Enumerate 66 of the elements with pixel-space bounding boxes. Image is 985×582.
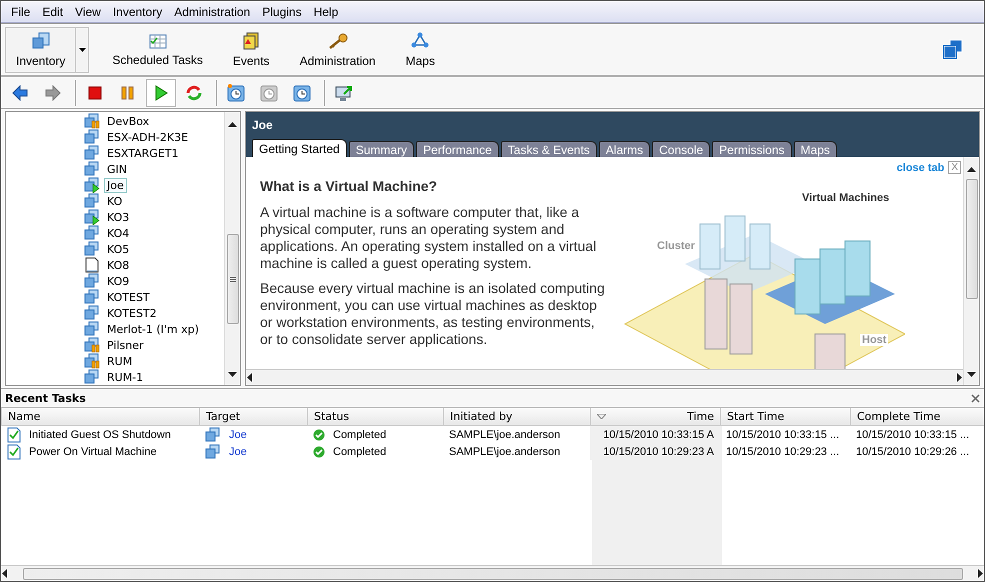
tab[interactable]: Maps [794,141,837,157]
tab[interactable]: Tasks & Events [500,141,597,157]
tab[interactable]: Summary [348,141,414,157]
tree-item[interactable]: KO5 [104,242,132,256]
column-header[interactable]: Time [590,408,720,425]
tab[interactable]: Getting Started [252,139,347,157]
close-button[interactable]: X [948,161,961,174]
nav-button[interactable]: Inventory [5,26,76,72]
close-tab-link[interactable]: close tab [896,162,944,174]
tree-item[interactable]: Merlot-1 (I'm xp) [104,322,202,336]
tree-item[interactable]: GIN [104,162,130,176]
panel-title: Recent Tasks [5,392,86,404]
nav-button[interactable]: Administration [288,26,387,72]
column-header[interactable]: Name [1,408,199,425]
nav-button[interactable]: Events [222,26,281,72]
paragraph: A virtual machine is a software computer that, like a physical computer, runs an operating system and applications. An operating system installed on a virtual machine is called a guest operating system. [260,204,598,272]
table-cell: Completed [333,446,386,458]
tree-item[interactable]: KO4 [104,226,132,240]
tree-item[interactable]: KO9 [104,274,132,288]
menu-item[interactable]: Administration [168,4,256,18]
panel-title: Joe [246,112,979,137]
tree-item[interactable]: DevBox [104,114,152,128]
tab[interactable]: Permissions [712,141,792,157]
tree-item[interactable]: ESXTARGET1 [104,146,182,160]
tab[interactable]: Console [652,141,710,157]
tree-item[interactable]: KO3 [104,210,132,224]
column-header[interactable]: Status [307,408,443,425]
diagram-label: Host [860,334,888,346]
tree-item[interactable]: KO [104,194,126,208]
diagram-label: Virtual Machines [800,192,892,204]
column-header[interactable]: Complete Time [850,408,984,425]
tree-item[interactable]: KOTEST2 [104,306,160,320]
table-cell-text: 10/15/2010 10:29:26 ... [855,444,970,460]
table-cell: Completed [333,428,386,440]
table-cell-text: 10/15/2010 10:33:15 ... [725,428,840,442]
column-header[interactable]: Start Time [720,408,850,425]
tree-item[interactable]: Joe [104,178,127,192]
paragraph: Because every virtual machine is an isolated computing environment, you can use virtual machines as desktop or workstation environments, as testing environments, or to consolidate server applications. [260,280,605,348]
target-link[interactable]: Joe [229,446,247,458]
menu-item[interactable]: Help [308,4,344,18]
tree-item[interactable]: Pilsner [104,338,146,352]
menu-item[interactable]: File [5,4,36,18]
tab[interactable]: Alarms [598,141,650,157]
menu-item[interactable]: View [69,4,107,18]
nav-button[interactable]: Maps [394,26,446,72]
table-cell-text: 10/15/2010 10:33:15 ... [855,428,970,442]
column-header[interactable]: Initiated by [443,408,590,425]
tab[interactable]: Performance [416,141,499,157]
menu-item[interactable]: Inventory [106,4,168,18]
menu-item[interactable]: Edit [36,4,70,18]
tree-item[interactable]: RUM [104,354,136,368]
target-link[interactable]: Joe [229,428,247,440]
table-cell: Power On Virtual Machine [29,446,157,458]
column-header[interactable]: Target [199,408,307,425]
table-cell-text: SAMPLE\joe.anderson [448,444,562,460]
table-cell-text: SAMPLE\joe.anderson [448,428,562,442]
table-cell-text: 10/15/2010 10:29:23 ... [725,444,840,460]
diagram-label: Cluster [655,240,697,252]
tree-item[interactable]: KO8 [104,258,132,272]
table-cell: Initiated Guest OS Shutdown [29,428,171,440]
menu-item[interactable]: Plugins [256,4,308,18]
heading: What is a Virtual Machine? [260,178,438,194]
tree-item[interactable]: RUM-1 [104,370,146,384]
tree-item[interactable]: ESX-ADH-2K3E [104,130,192,144]
tree-item[interactable]: KOTEST [104,290,153,304]
nav-button[interactable]: Scheduled Tasks [101,26,214,72]
